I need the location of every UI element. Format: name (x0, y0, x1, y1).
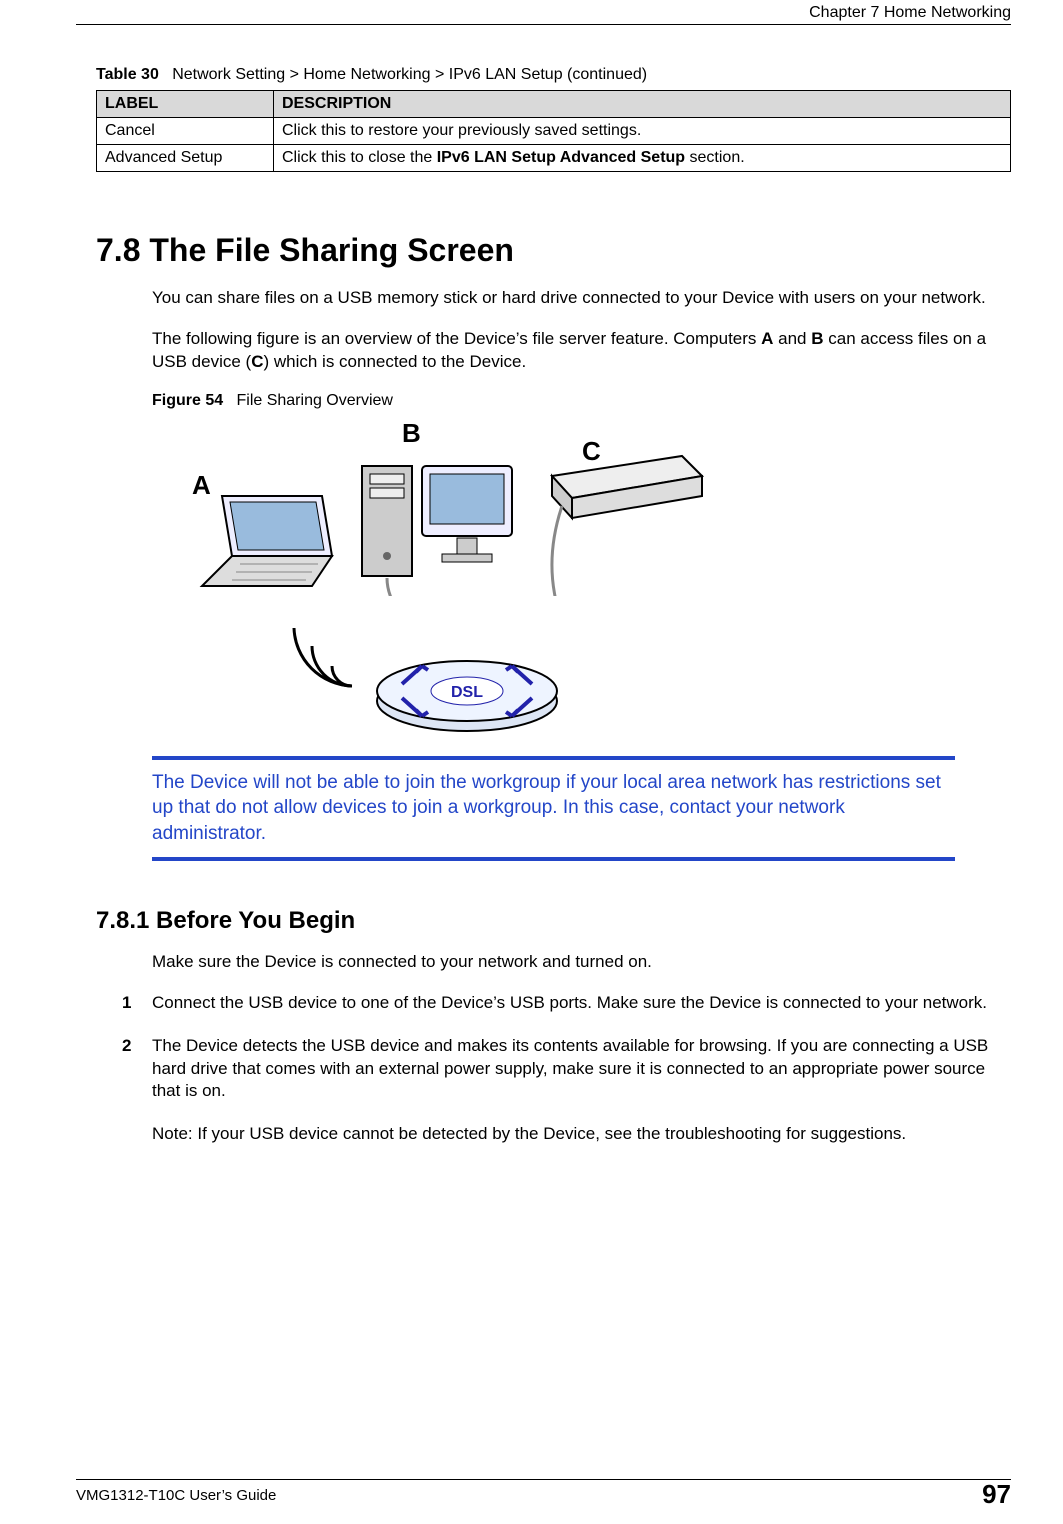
step-text: The Device detects the USB device and ma… (152, 1035, 1011, 1104)
section-para-2: The following figure is an overview of t… (152, 328, 1011, 374)
footer-rule (76, 1479, 1011, 1480)
info-callout: The Device will not be able to join the … (152, 756, 955, 861)
cell-desc-post: section. (685, 149, 745, 166)
section-para-1: You can share files on a USB memory stic… (152, 287, 1011, 310)
table-row: Advanced Setup Click this to close the I… (97, 145, 1011, 172)
cell-desc: Click this to close the IPv6 LAN Setup A… (274, 145, 1011, 172)
step-number: 2 (122, 1035, 152, 1104)
page-number: 97 (982, 1479, 1011, 1510)
header-rule (76, 24, 1011, 25)
footer-doc-title: VMG1312-T10C User’s Guide (76, 1487, 276, 1504)
cell-desc-pre: Click this to close the (282, 149, 437, 166)
p2-pre: The following figure is an overview of t… (152, 329, 761, 348)
router-icon: DSL (372, 646, 562, 736)
cell-desc-bold: IPv6 LAN Setup Advanced Setup (437, 149, 685, 166)
cell-label: Cancel (97, 118, 274, 145)
subsection-intro: Make sure the Device is connected to you… (152, 951, 1011, 974)
figure-number: Figure 54 (152, 392, 223, 409)
col-description: DESCRIPTION (274, 91, 1011, 118)
step-item: 1 Connect the USB device to one of the D… (122, 992, 1011, 1015)
step-number: 1 (122, 992, 152, 1015)
running-header: Chapter 7 Home Networking (809, 4, 1011, 22)
p2-A: A (761, 329, 773, 348)
table-number: Table 30 (96, 66, 159, 83)
desktop-icon (352, 446, 522, 596)
p2-B: B (811, 329, 823, 348)
figure-caption-text: File Sharing Overview (236, 392, 393, 409)
cell-label: Advanced Setup (97, 145, 274, 172)
steps-list: 1 Connect the USB device to one of the D… (122, 992, 1011, 1104)
parameter-table: LABEL DESCRIPTION Cancel Click this to r… (96, 90, 1011, 172)
figure-label-B: B (402, 418, 421, 449)
p2-C: C (251, 352, 263, 371)
p2-mid1: and (773, 329, 811, 348)
col-label: LABEL (97, 91, 274, 118)
figure-caption: Figure 54 File Sharing Overview (152, 392, 1011, 410)
table-row: Cancel Click this to restore your previo… (97, 118, 1011, 145)
step-text: Connect the USB device to one of the Dev… (152, 992, 1011, 1015)
section-heading: 7.8 The File Sharing Screen (96, 232, 1011, 269)
note-text: If your USB device cannot be detected by… (197, 1124, 906, 1143)
table-caption-text: Network Setting > Home Networking > IPv6… (172, 66, 647, 83)
table-header-row: LABEL DESCRIPTION (97, 91, 1011, 118)
note: Note: If your USB device cannot be detec… (152, 1123, 1011, 1146)
subsection-heading: 7.8.1 Before You Begin (96, 907, 1011, 935)
p2-post: ) which is connected to the Device. (263, 352, 526, 371)
router-label: DSL (451, 684, 483, 701)
cell-desc: Click this to restore your previously sa… (274, 118, 1011, 145)
usb-drive-icon (532, 446, 712, 596)
figure-diagram: A B C (152, 416, 712, 736)
step-item: 2 The Device detects the USB device and … (122, 1035, 1011, 1104)
table-caption: Table 30 Network Setting > Home Networki… (96, 66, 1011, 84)
laptop-icon (192, 486, 342, 596)
wifi-icon (282, 616, 372, 696)
note-label: Note: (152, 1124, 197, 1143)
